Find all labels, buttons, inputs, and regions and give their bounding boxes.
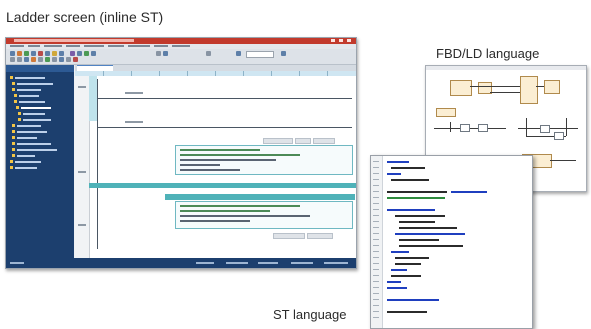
ladder-editor-pane xyxy=(75,65,356,258)
navigation-tree-pane xyxy=(6,65,74,258)
caption-ladder-screen: Ladder screen (inline ST) xyxy=(6,9,164,25)
st-editor-screenshot xyxy=(370,155,533,329)
toolbar xyxy=(6,49,356,65)
inline-st-box-2 xyxy=(175,201,353,229)
status-bar xyxy=(6,258,356,268)
caption-fbd-ld-language: FBD/LD language xyxy=(436,46,540,61)
caption-st-language: ST language xyxy=(273,307,347,322)
inline-st-box xyxy=(175,145,353,175)
ladder-editor-screenshot xyxy=(5,37,357,269)
